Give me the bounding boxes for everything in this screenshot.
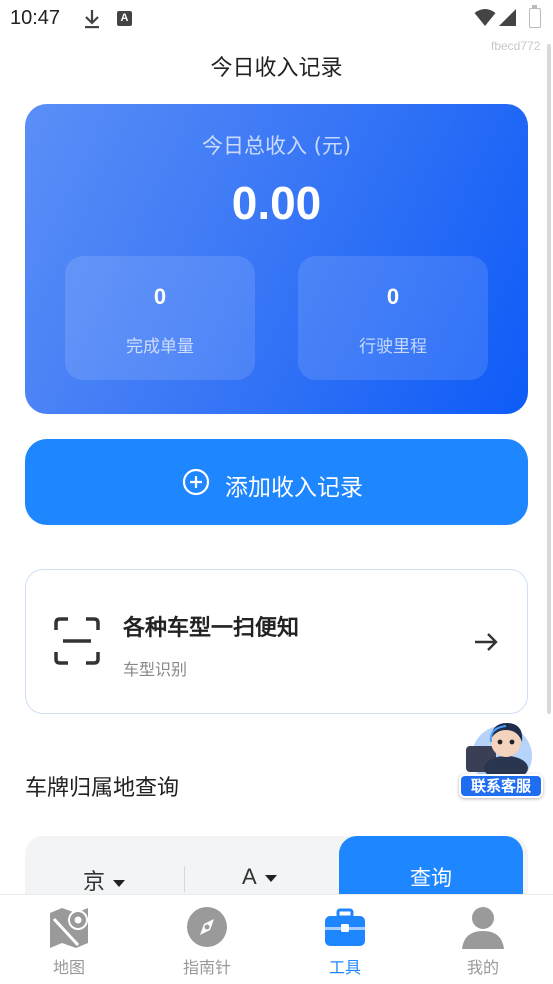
add-income-record-button[interactable]: 添加收入记录 (25, 439, 528, 525)
map-icon (50, 908, 88, 948)
stat-value: 0 (153, 284, 167, 309)
stat-label: 完成单量 (126, 337, 194, 357)
income-label: 今日总收入 (元) (201, 134, 352, 158)
nav-label: 我的 (466, 958, 499, 977)
caret-down-icon (113, 879, 126, 887)
nav-item-compass[interactable]: 指南针 (138, 895, 276, 984)
status-time: 10:47 (10, 7, 61, 29)
arrow-right-icon (475, 633, 498, 651)
scan-card-title: 各种车型一扫便知 (123, 616, 300, 641)
nav-item-map[interactable]: 地图 (0, 895, 138, 984)
status-bar: 10:47 A fbecd772 (0, 0, 553, 53)
nav-item-profile[interactable]: 我的 (414, 895, 552, 984)
scrollbar[interactable] (547, 44, 551, 714)
vehicle-scan-card[interactable]: 各种车型一扫便知 车型识别 (25, 569, 528, 714)
divider (184, 866, 185, 892)
stat-completed-orders: 0 完成单量 (65, 256, 255, 380)
customer-service-button[interactable]: 联系客服 (456, 718, 544, 804)
plus-circle-icon (182, 468, 210, 496)
province-value: 京 (83, 870, 106, 895)
battery-icon (529, 5, 541, 28)
wifi-icon (474, 9, 496, 26)
plate-query-section-title: 车牌归属地查询 (25, 776, 180, 801)
service-agent-avatar-icon (466, 722, 532, 778)
scan-card-subtitle: 车型识别 (123, 660, 188, 679)
keyboard-a-icon: A (117, 11, 132, 26)
page-title: 今日收入记录 (210, 56, 343, 81)
letter-value: A (242, 864, 257, 889)
nav-label: 地图 (52, 958, 85, 977)
download-icon (85, 10, 99, 29)
customer-service-label: 联系客服 (459, 774, 543, 798)
letter-select[interactable]: A (242, 864, 277, 890)
stat-label: 行驶里程 (359, 337, 427, 357)
stat-value: 0 (386, 284, 400, 309)
income-total: 0.00 (231, 177, 322, 229)
bottom-nav: 地图 指南针 工具 我的 (0, 894, 553, 984)
signal-icon (499, 9, 516, 26)
caret-down-icon (264, 874, 277, 882)
income-summary-card: 今日总收入 (元) 0.00 0 完成单量 0 行驶里程 (25, 104, 528, 414)
stat-mileage: 0 行驶里程 (298, 256, 488, 380)
scan-icon (54, 617, 100, 665)
compass-icon (187, 907, 227, 947)
nav-label: 指南针 (182, 958, 231, 977)
nav-label: 工具 (328, 958, 361, 977)
province-select[interactable]: 京 (83, 864, 126, 896)
toolbox-icon (325, 908, 365, 946)
nav-item-tools[interactable]: 工具 (276, 895, 414, 984)
user-icon (462, 907, 504, 949)
add-income-record-label: 添加收入记录 (225, 475, 363, 501)
